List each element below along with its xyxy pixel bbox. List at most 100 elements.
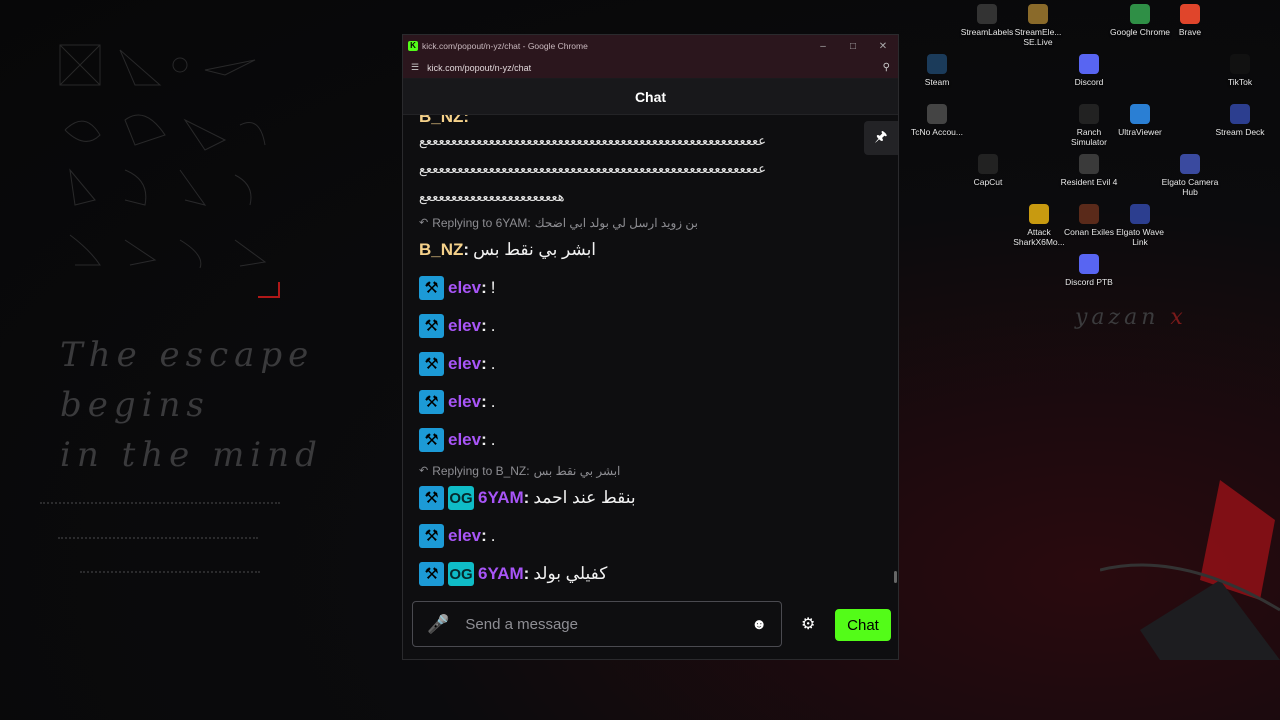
window-title: kick.com/popout/n-yz/chat - Google Chrom… [422, 41, 588, 51]
chat-message: ⚒ elev:. [419, 345, 882, 383]
ultraviewer-icon [1130, 104, 1150, 124]
moderator-badge-icon[interactable]: ⚒ [419, 562, 444, 586]
desktop-icon-label: Resident Evil 4 [1060, 177, 1118, 187]
quote-line-2: begins [60, 385, 210, 425]
streamdeck-icon [1230, 104, 1250, 124]
chat-feed[interactable]: B_NZ: عععععععععععععععععععععععععععععععععع… [403, 115, 898, 593]
attackshark-icon [1029, 204, 1049, 224]
chat-message-text: . [490, 526, 496, 545]
moderator-badge-icon[interactable]: ⚒ [419, 276, 444, 300]
capcut-icon [978, 154, 998, 174]
reply-text: بن زويد ارسل لي بولد ابي اضحك [534, 216, 698, 230]
chat-title: Chat [634, 88, 667, 105]
username-separator: : [481, 526, 487, 545]
username-separator: : [463, 240, 470, 259]
reply-arrow-icon: ↶ [419, 217, 429, 229]
username-separator: : [523, 488, 530, 507]
desktop-icon[interactable]: Elgato Camera Hub [1160, 154, 1220, 197]
address-bar[interactable]: ☰ kick.com/popout/n-yz/chat ⚲ [403, 57, 898, 79]
desktop-icon[interactable]: TcNo Accou... [907, 104, 967, 137]
moderator-badge-icon[interactable]: ⚒ [419, 524, 444, 548]
window-titlebar[interactable]: K kick.com/popout/n-yz/chat - Google Chr… [403, 35, 898, 57]
chat-message: ⚒ elev:. [419, 307, 882, 345]
moderator-badge-icon[interactable]: ⚒ [419, 390, 444, 414]
reply-prefix: Replying to 6YAM: [432, 216, 531, 230]
desktop-icon-label: Elgato Camera Hub [1161, 177, 1219, 197]
close-icon[interactable]: ✕ [868, 41, 898, 52]
chat-username[interactable]: elev [448, 278, 481, 298]
spam-line: عععععععععععععععععععععععععععععععععععععععع… [419, 161, 768, 176]
wallpaper-dots [58, 537, 258, 539]
desktop-icon-label: TcNo Accou... [911, 127, 963, 137]
message-composer[interactable]: 🎤 ☻ [412, 601, 782, 647]
chat-message-text: . [490, 430, 496, 449]
discord-icon [1079, 54, 1099, 74]
reply-text: ابشر بي نقط بس [533, 464, 621, 478]
wallpaper-red-corner [258, 282, 280, 298]
discord-ptb-icon [1079, 254, 1099, 274]
desktop-icon[interactable]: Brave [1160, 4, 1220, 37]
chat-username[interactable]: 6YAM [478, 564, 524, 584]
og-badge-icon[interactable]: OG [448, 486, 474, 510]
message-input[interactable] [465, 615, 752, 633]
pin-icon[interactable]: 🖈 [864, 121, 898, 155]
site-settings-icon[interactable]: ☰ [411, 62, 419, 73]
minimize-icon[interactable]: – [808, 41, 838, 52]
desktop-icon[interactable]: CapCut [958, 154, 1018, 187]
moderator-badge-icon[interactable]: ⚒ [419, 352, 444, 376]
scrollbar[interactable] [894, 571, 897, 583]
chat-username[interactable]: elev [448, 526, 481, 546]
desktop-icon[interactable]: Discord PTB [1059, 254, 1119, 287]
tiktok-icon [1230, 54, 1250, 74]
desktop-icon-label: TikTok [1227, 77, 1253, 87]
chat-username[interactable]: elev [448, 430, 481, 450]
chat-message: ⚒ elev:. [419, 383, 882, 421]
og-badge-icon[interactable]: OG [448, 562, 474, 586]
steam-icon [927, 54, 947, 74]
gear-icon[interactable]: ⚙ [801, 614, 815, 634]
send-chat-button[interactable]: Chat [835, 609, 891, 641]
zoom-icon[interactable]: ⚲ [883, 62, 890, 73]
reply-prefix: Replying to B_NZ: [432, 464, 530, 478]
re4-icon [1079, 154, 1099, 174]
signature-main: yazan [1075, 305, 1160, 330]
moderator-badge-icon[interactable]: ⚒ [419, 486, 444, 510]
url-text[interactable]: kick.com/popout/n-yz/chat [427, 63, 883, 73]
maximize-icon[interactable]: □ [838, 41, 868, 52]
chat-username[interactable]: 6YAM [478, 488, 524, 508]
reply-context[interactable]: ↶ Replying to B_NZ: ابشر بي نقط بس [419, 463, 882, 479]
chat-username[interactable]: elev [448, 354, 481, 374]
wallpaper-dots [80, 571, 260, 573]
partial-user: B_NZ: [419, 115, 470, 125]
chat-username[interactable]: B_NZ [419, 240, 463, 260]
desktop-icon-label: Elgato Wave Link [1116, 227, 1164, 247]
desktop-icon[interactable]: Resident Evil 4 [1059, 154, 1119, 187]
chat-message-text: ابشر بي نقط بس [473, 240, 597, 259]
chat-username[interactable]: elev [448, 316, 481, 336]
brave-icon [1180, 4, 1200, 24]
chat-message-text: . [490, 354, 496, 373]
username-separator: : [523, 564, 530, 583]
reply-context[interactable]: ↶ Replying to 6YAM: بن زويد ارسل لي بولد ا… [419, 215, 882, 231]
chrome-icon [1130, 4, 1150, 24]
desktop-icon[interactable]: Elgato Wave Link [1110, 204, 1170, 247]
streamlabels-icon [977, 4, 997, 24]
chat-username[interactable]: elev [448, 392, 481, 412]
desktop-icon[interactable]: StreamEle... SE.Live [1008, 4, 1068, 47]
desktop-icon[interactable]: TikTok [1210, 54, 1270, 87]
desktop-icon[interactable]: Discord [1059, 54, 1119, 87]
moderator-badge-icon[interactable]: ⚒ [419, 428, 444, 452]
microphone-icon[interactable]: 🎤 [427, 614, 449, 635]
emoji-icon[interactable]: ☻ [751, 616, 767, 633]
username-separator: : [481, 316, 487, 335]
desktop-icon[interactable]: UltraViewer [1110, 104, 1170, 137]
chat-message-text: . [490, 392, 496, 411]
desktop-icon[interactable]: Stream Deck [1210, 104, 1270, 137]
desktop-icon[interactable]: Steam [907, 54, 967, 87]
spam-line: هعععععععععععععععععععععع [419, 189, 566, 204]
moderator-badge-icon[interactable]: ⚒ [419, 314, 444, 338]
streamelements-icon [1028, 4, 1048, 24]
chat-message-text: ! [490, 278, 496, 297]
chat-message: ⚒ elev:. [419, 517, 882, 555]
partial-message: B_NZ: [419, 115, 882, 125]
